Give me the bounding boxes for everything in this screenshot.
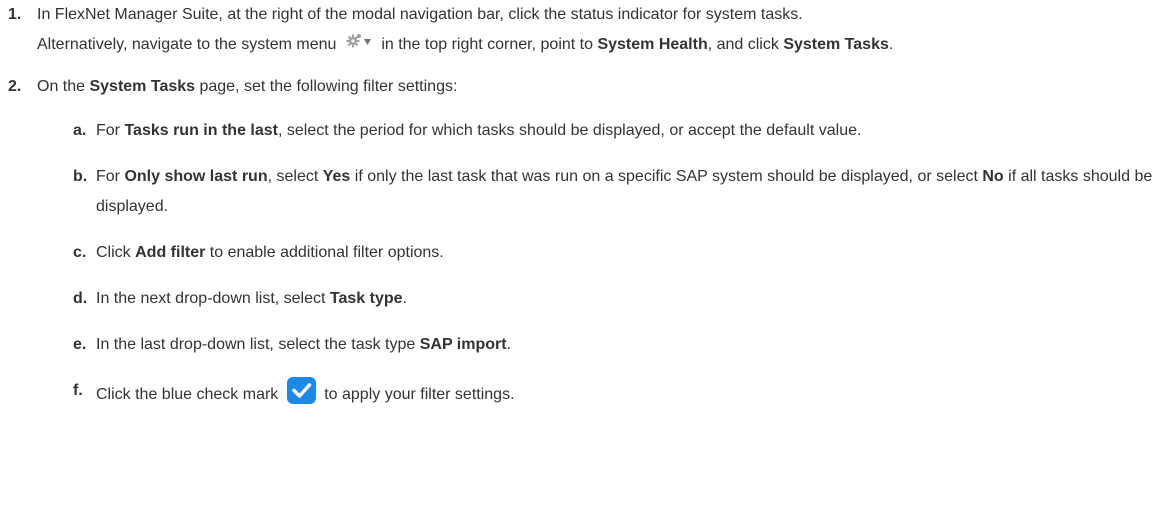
button-label: Add filter: [135, 244, 206, 261]
substep-a: a. For Tasks run in the last, select the…: [0, 116, 1175, 146]
option-label: No: [982, 168, 1004, 185]
substep-letter: a.: [73, 122, 87, 139]
substep-d: d. In the next drop-down list, select Ta…: [0, 284, 1175, 314]
substep-text: , select the period for which tasks shou…: [277, 122, 862, 139]
substep-text: , select: [267, 168, 319, 185]
substep-text: to apply your filter settings.: [324, 386, 515, 403]
substep-text: Click the blue check mark: [96, 386, 279, 403]
option-label: Task type: [329, 290, 403, 307]
blue-check-icon: [286, 376, 317, 405]
substep-text: For: [96, 122, 120, 139]
instructions-document: 1. In FlexNet Manager Suite, at the righ…: [0, 0, 1175, 410]
substep-letter: b.: [73, 168, 88, 185]
substep-text: if only the last task that was run on a …: [354, 168, 978, 185]
substep-text: For: [96, 168, 120, 185]
gear-dropdown-icon: [345, 32, 373, 50]
substep-f: f. Click the blue check mark to apply yo…: [0, 376, 1175, 410]
substep-letter: c.: [73, 244, 87, 261]
substep-b: b. For Only show last run, select Yes if…: [0, 162, 1175, 222]
field-label: Tasks run in the last: [124, 122, 278, 139]
step-text: On the: [37, 78, 86, 95]
step-1: 1. In FlexNet Manager Suite, at the righ…: [0, 0, 1175, 60]
substep-text: .: [506, 336, 512, 353]
substep-text: In the last drop-down list, select the t…: [96, 336, 416, 353]
substep-e: e. In the last drop-down list, select th…: [0, 330, 1175, 360]
substep-letter: f.: [73, 382, 83, 399]
substep-c: c. Click Add filter to enable additional…: [0, 238, 1175, 268]
step-text: in the top right corner, point to: [381, 36, 593, 53]
step-text: page, set the following filter settings:: [199, 78, 458, 95]
substep-text: to enable additional filter options.: [209, 244, 444, 261]
page-name: System Tasks: [89, 78, 196, 95]
substep-text: .: [402, 290, 407, 307]
step-text: .: [888, 36, 894, 53]
substep-text: Click: [96, 244, 131, 261]
menu-label: System Health: [597, 36, 708, 53]
step-text: In FlexNet Manager Suite, at the right o…: [37, 6, 803, 23]
substep-text: In the next drop-down list, select: [96, 290, 326, 307]
field-label: Only show last run: [124, 168, 268, 185]
substep-letter: d.: [73, 290, 88, 307]
substep-letter: e.: [73, 336, 87, 353]
step-number: 1.: [8, 6, 22, 23]
menu-label: System Tasks: [783, 36, 889, 53]
option-label: Yes: [322, 168, 351, 185]
option-label: SAP import: [419, 336, 507, 353]
step-text: , and click: [707, 36, 779, 53]
step-text: Alternatively, navigate to the system me…: [37, 36, 337, 53]
step-number: 2.: [8, 78, 22, 95]
step-2: 2. On the System Tasks page, set the fol…: [0, 72, 1175, 102]
